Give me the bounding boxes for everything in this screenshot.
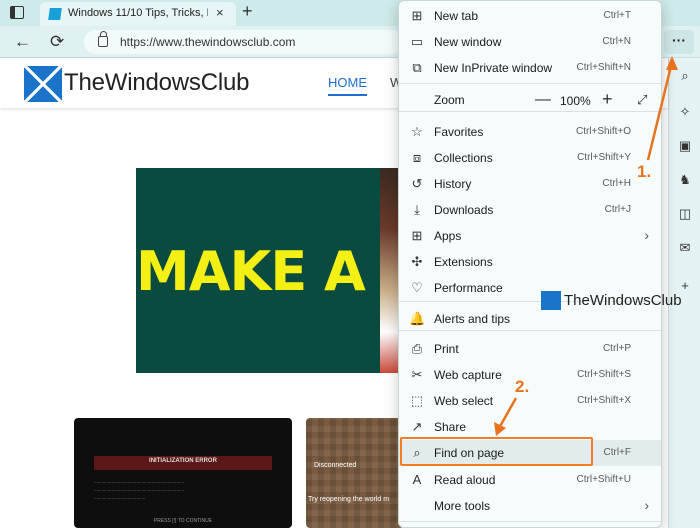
step-1-label: 1. xyxy=(637,162,652,181)
arrow-2-line xyxy=(496,397,518,431)
arrow-1-line xyxy=(646,61,674,161)
arrow-1-head xyxy=(666,56,678,70)
annotation-arrows xyxy=(494,56,678,436)
step-2-label: 2. xyxy=(515,377,530,396)
